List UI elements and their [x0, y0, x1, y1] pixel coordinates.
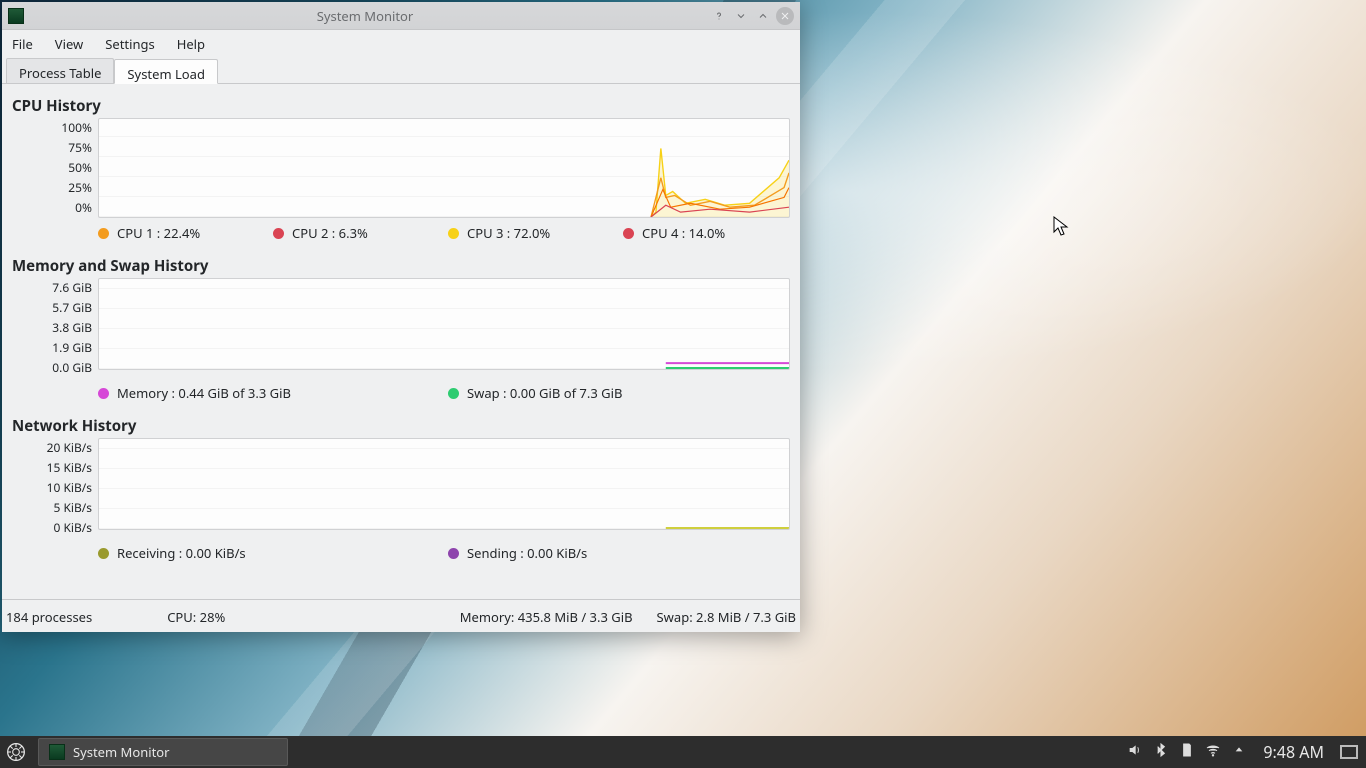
tab-system-load[interactable]: System Load	[114, 59, 218, 84]
cpu-yticks: 100% 75% 50% 25% 0%	[12, 118, 98, 218]
cpu-history-title: CPU History	[12, 96, 790, 116]
app-icon	[49, 744, 65, 760]
maximize-button[interactable]	[754, 7, 772, 25]
status-cpu: CPU: 28%	[116, 608, 276, 626]
cpu-legend: CPU 1 : 22.4% CPU 2 : 6.3% CPU 3 : 72.0%…	[12, 218, 790, 252]
help-button[interactable]	[710, 7, 728, 25]
minimize-button[interactable]	[732, 7, 750, 25]
status-memory: Memory: 435.8 MiB / 3.3 GiB	[460, 608, 633, 626]
dot-icon	[273, 228, 284, 239]
dot-icon	[623, 228, 634, 239]
content-area: CPU History 100% 75% 50% 25% 0%	[2, 84, 800, 599]
network-plot	[98, 438, 790, 530]
cursor-icon	[1053, 216, 1071, 238]
dot-icon	[98, 228, 109, 239]
network-legend: Receiving : 0.00 KiB/s Sending : 0.00 Ki…	[12, 538, 790, 572]
network-chart: 20 KiB/s 15 KiB/s 10 KiB/s 5 KiB/s 0 KiB…	[12, 438, 790, 538]
net-yticks: 20 KiB/s 15 KiB/s 10 KiB/s 5 KiB/s 0 KiB…	[12, 438, 98, 538]
status-processes: 184 processes	[6, 608, 92, 626]
app-icon	[8, 8, 24, 24]
dot-icon	[448, 228, 459, 239]
menu-file[interactable]: File	[12, 35, 33, 53]
cpu-chart: 100% 75% 50% 25% 0%	[12, 118, 790, 218]
titlebar[interactable]: System Monitor	[2, 2, 800, 30]
memory-history-title: Memory and Swap History	[12, 256, 790, 276]
window-title: System Monitor	[24, 7, 706, 25]
cpu-plot	[98, 118, 790, 218]
tab-process-table[interactable]: Process Table	[6, 58, 114, 83]
system-tray: 9:48 AM	[1127, 741, 1366, 763]
dot-icon	[98, 548, 109, 559]
menubar: File View Settings Help	[2, 30, 800, 58]
menu-help[interactable]: Help	[177, 35, 205, 53]
bluetooth-icon[interactable]	[1153, 742, 1169, 762]
mem-yticks: 7.6 GiB 5.7 GiB 3.8 GiB 1.9 GiB 0.0 GiB	[12, 278, 98, 378]
status-bar: 184 processes CPU: 28% Memory: 435.8 MiB…	[2, 599, 800, 632]
dot-icon	[448, 388, 459, 399]
tray-expand-icon[interactable]	[1231, 742, 1247, 762]
taskbar-item-system-monitor[interactable]: System Monitor	[38, 738, 288, 766]
start-button[interactable]	[0, 736, 32, 768]
network-icon[interactable]	[1205, 742, 1221, 762]
close-button[interactable]	[776, 7, 794, 25]
system-monitor-window: System Monitor File View Settings Help P…	[2, 2, 800, 632]
tab-bar: Process Table System Load	[2, 58, 800, 84]
taskbar: System Monitor 9:48 AM	[0, 736, 1366, 768]
memory-chart: 7.6 GiB 5.7 GiB 3.8 GiB 1.9 GiB 0.0 GiB	[12, 278, 790, 378]
memory-plot	[98, 278, 790, 370]
memory-legend: Memory : 0.44 GiB of 3.3 GiB Swap : 0.00…	[12, 378, 790, 412]
disk-icon[interactable]	[1179, 742, 1195, 762]
desktop: System Monitor File View Settings Help P…	[0, 0, 1366, 768]
network-history-title: Network History	[12, 416, 790, 436]
menu-settings[interactable]: Settings	[105, 35, 154, 53]
taskbar-item-label: System Monitor	[73, 743, 170, 761]
clock[interactable]: 9:48 AM	[1257, 741, 1330, 763]
volume-icon[interactable]	[1127, 742, 1143, 762]
menu-view[interactable]: View	[55, 35, 83, 53]
dot-icon	[448, 548, 459, 559]
show-desktop-button[interactable]	[1340, 745, 1358, 759]
dot-icon	[98, 388, 109, 399]
status-swap: Swap: 2.8 MiB / 7.3 GiB	[657, 608, 796, 626]
